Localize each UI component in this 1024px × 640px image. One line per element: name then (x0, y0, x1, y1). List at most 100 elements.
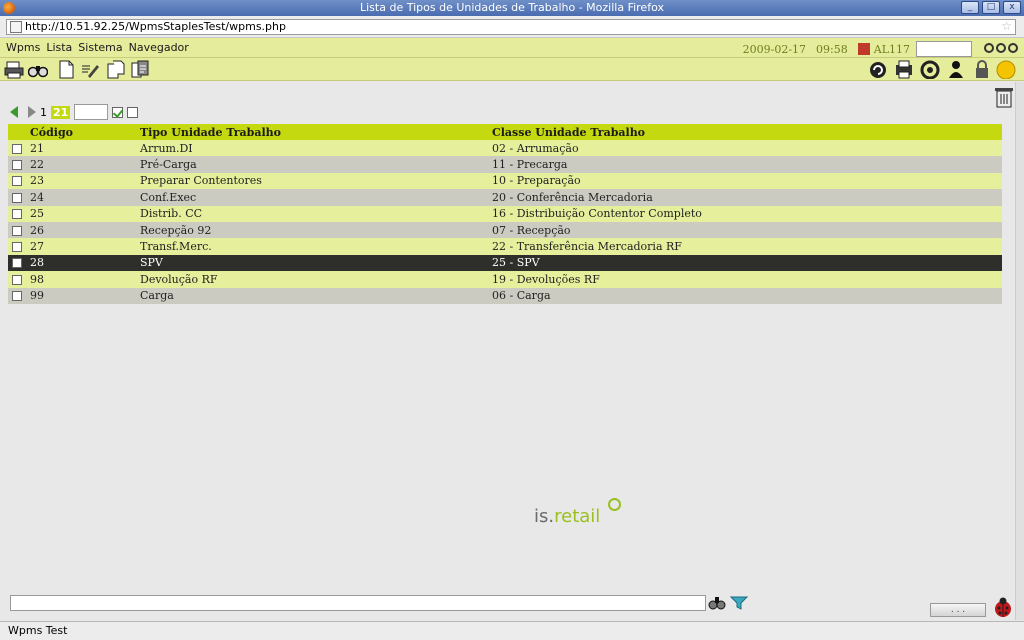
refresh-icon[interactable] (868, 60, 888, 79)
cell-tipo: Conf.Exec (136, 189, 488, 206)
navigation-bar: http://10.51.92.25/WpmsStaplesTest/wpms.… (0, 16, 1024, 38)
row-select-cell (8, 221, 26, 239)
app-menubar: Wpms Lista Sistema Navegador 2009-02-17 … (0, 38, 1024, 58)
user-icon (857, 43, 870, 55)
window-controls: _ □ x (961, 1, 1021, 14)
window-dots (984, 43, 1018, 53)
work-unit-types-table: Código Tipo Unidade Trabalho Classe Unid… (8, 124, 1002, 304)
menu-item-navegador[interactable]: Navegador (129, 41, 189, 54)
cell-codigo: 99 (26, 287, 136, 304)
cell-tipo: Transf.Merc. (136, 238, 488, 255)
circle-icon[interactable] (984, 43, 994, 53)
cell-tipo: SPV (136, 254, 488, 272)
browser-statusbar: Wpms Test (0, 621, 1024, 640)
page-number: 1 (40, 105, 47, 119)
next-page-icon[interactable] (28, 106, 36, 118)
binoculars-icon[interactable] (27, 60, 49, 79)
row-checkbox[interactable] (12, 242, 22, 253)
table-row[interactable]: 98 Devolução RF 19 - Devoluções RF (8, 271, 1002, 288)
settings-icon[interactable] (920, 60, 940, 80)
select-all-checkbox[interactable] (112, 106, 124, 118)
app-toolbar (0, 58, 1024, 81)
row-checkbox[interactable] (12, 225, 22, 236)
table-row[interactable]: 25 Distrib. CC 16 - Distribuição Contentor… (8, 205, 1002, 222)
row-checkbox[interactable] (12, 291, 22, 302)
close-button[interactable]: x (1003, 1, 1021, 14)
print-list-icon[interactable] (894, 60, 914, 79)
session-info: 2009-02-17 09:58 AL117 (743, 41, 972, 57)
cell-codigo: 27 (26, 238, 136, 255)
menu-item-lista[interactable]: Lista (46, 41, 72, 54)
cell-classe: 19 - Devoluções RF (488, 271, 1002, 288)
header-classe[interactable]: Classe Unidade Trabalho (488, 124, 1002, 140)
cell-tipo: Distrib. CC (136, 205, 488, 222)
url-field[interactable]: http://10.51.92.25/WpmsStaplesTest/wpms.… (6, 19, 1016, 35)
maximize-button[interactable]: □ (982, 1, 1000, 14)
menu-item-wpms[interactable]: Wpms (6, 41, 40, 54)
table-row[interactable]: 21 Arrum.DI 02 - Arrumação (8, 140, 1002, 157)
session-date: 2009-02-17 (742, 42, 807, 56)
cell-classe: 10 - Preparação (488, 172, 1002, 190)
bookmark-star-icon[interactable]: ☆ (1001, 19, 1012, 33)
circle-icon[interactable] (1008, 43, 1018, 53)
filter-funnel-icon[interactable] (730, 593, 748, 611)
main-content: 1 21 Código Tipo Unidade Trabalho Classe… (0, 82, 1024, 620)
trash-icon[interactable] (994, 86, 1014, 108)
export-icon[interactable] (130, 60, 150, 79)
more-button[interactable]: . . . (930, 603, 986, 617)
command-input[interactable] (10, 595, 706, 611)
table-row[interactable]: 28 SPV 25 - SPV (8, 254, 1002, 272)
cell-codigo: 25 (26, 205, 136, 222)
cell-classe: 22 - Transferência Mercadoria RF (488, 238, 1002, 255)
table-row[interactable]: 23 Preparar Contentores 10 - Preparação (8, 172, 1002, 190)
header-select (8, 124, 26, 140)
filter-checkbox[interactable] (127, 106, 139, 118)
lock-icon[interactable] (972, 60, 992, 79)
menu-item-sistema[interactable]: Sistema (78, 41, 122, 54)
sun-icon[interactable] (996, 60, 1016, 80)
row-checkbox[interactable] (12, 209, 22, 220)
cell-tipo: Devolução RF (136, 271, 488, 288)
isretail-logo: is.retail (534, 498, 621, 527)
url-text: http://10.51.92.25/WpmsStaplesTest/wpms.… (25, 20, 286, 33)
printer-icon[interactable] (4, 60, 24, 79)
table-row[interactable]: 26 Recepção 92 07 - Recepção (8, 221, 1002, 239)
header-codigo[interactable]: Código (26, 124, 136, 140)
cell-tipo: Carga (136, 287, 488, 304)
table-body: 21 Arrum.DI 02 - Arrumação 22 Pré-Carga 11 - … (8, 140, 1002, 304)
window-title: Lista de Tipos de Unidades de Trabalho -… (360, 1, 664, 14)
bug-report-icon[interactable] (992, 596, 1014, 618)
cell-classe: 16 - Distribuição Contentor Completo (488, 205, 1002, 222)
row-checkbox[interactable] (12, 176, 22, 187)
record-count: 21 (51, 105, 71, 119)
row-checkbox[interactable] (12, 192, 22, 203)
edit-icon[interactable] (80, 60, 100, 79)
row-checkbox[interactable] (12, 258, 22, 269)
status-text: Wpms Test (8, 624, 68, 637)
cell-codigo: 28 (26, 254, 136, 272)
quick-input[interactable] (916, 41, 972, 57)
row-checkbox[interactable] (12, 143, 22, 154)
row-select-cell (8, 238, 26, 255)
cell-classe: 20 - Conferência Mercadoria (488, 189, 1002, 206)
vertical-scrollbar[interactable] (1015, 82, 1024, 620)
row-checkbox[interactable] (12, 274, 22, 285)
row-select-cell (8, 254, 26, 272)
table-row[interactable]: 24 Conf.Exec 20 - Conferência Mercadoria (8, 189, 1002, 206)
user-silhouette-icon[interactable] (946, 60, 966, 79)
minimize-button[interactable]: _ (961, 1, 979, 14)
logo-suffix: retail (554, 506, 601, 527)
binoculars-search-icon[interactable] (708, 593, 726, 611)
header-tipo[interactable]: Tipo Unidade Trabalho (136, 124, 488, 140)
firefox-icon (3, 2, 15, 14)
table-row[interactable]: 99 Carga 06 - Carga (8, 287, 1002, 304)
previous-page-icon[interactable] (10, 106, 18, 118)
page-input[interactable] (74, 104, 109, 120)
new-page-icon[interactable] (56, 60, 76, 79)
command-icons (708, 593, 748, 611)
table-row[interactable]: 22 Pré-Carga 11 - Precarga (8, 156, 1002, 173)
table-row[interactable]: 27 Transf.Merc. 22 - Transferência Mercado… (8, 238, 1002, 255)
copy-icon[interactable] (106, 60, 126, 79)
row-checkbox[interactable] (12, 160, 22, 171)
circle-icon[interactable] (996, 43, 1006, 53)
